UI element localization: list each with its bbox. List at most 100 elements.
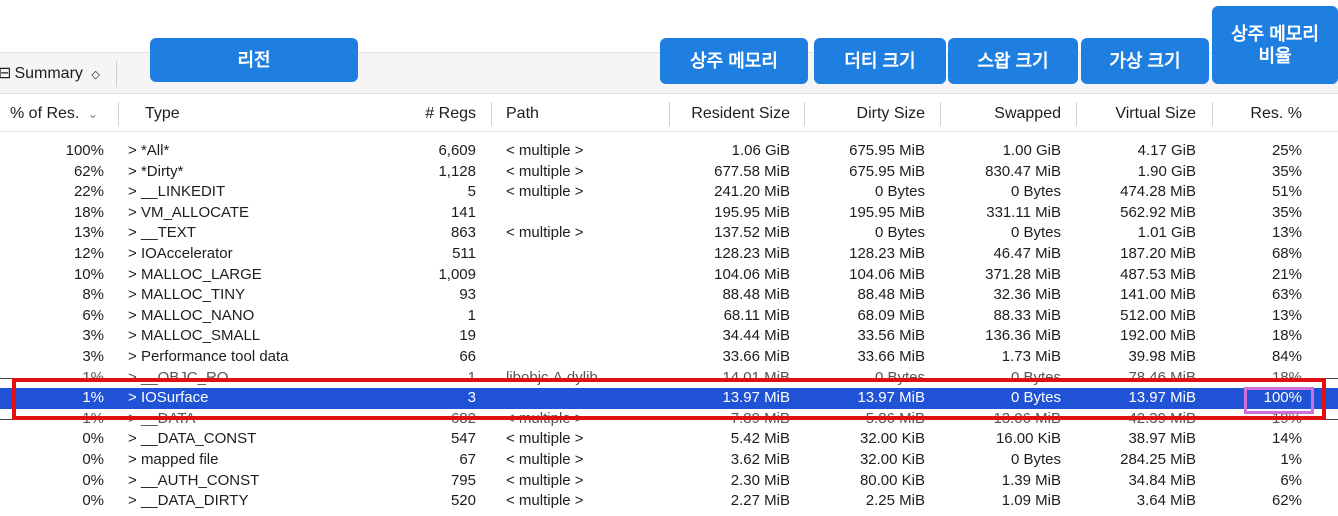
disclosure-chevron-icon[interactable]: >: [128, 286, 141, 303]
row-virtual-cell: 34.84 MiB: [1128, 471, 1196, 489]
column-type[interactable]: Type: [145, 96, 180, 132]
table-row[interactable]: 3% > MALLOC_SMALL 19 34.44 MiB 33.56 MiB 136.…: [0, 326, 1338, 347]
disclosure-chevron-icon[interactable]: >: [128, 204, 141, 221]
table-row[interactable]: 6% > MALLOC_NANO 1 68.11 MiB 68.09 MiB 88.33 …: [0, 306, 1338, 327]
table-row[interactable]: 1% > __DATA 682 < multiple > 7.89 MiB 5.86 Mi…: [0, 409, 1338, 430]
row-virtual-cell: 4.17 GiB: [1137, 142, 1196, 159]
row-swapped-cell: 136.36 MiB: [985, 327, 1061, 345]
table-row[interactable]: 12% > IOAccelerator 511 128.23 MiB 128.23 Mi…: [0, 244, 1338, 265]
chevron-updown-icon: ◇: [91, 69, 100, 81]
disclosure-chevron-icon[interactable]: >: [128, 266, 141, 283]
table-row[interactable]: 100% > *All* 6,609 < multiple > 1.06 GiB 675.…: [0, 141, 1338, 162]
row-pct-cell: 0%: [82, 492, 104, 510]
table-row[interactable]: 22% > __LINKEDIT 5 < multiple > 241.20 MiB 0 …: [0, 182, 1338, 203]
row-res-pct-cell: 84%: [1271, 348, 1302, 365]
disclosure-chevron-icon[interactable]: >: [128, 327, 141, 344]
table-row[interactable]: 0% > mapped file 67 < multiple > 3.62 MiB 32.…: [0, 450, 1338, 471]
summary-selector[interactable]: ⊟ Summary ◇: [0, 61, 117, 87]
row-virtual-cell: 42.39 MiB: [1128, 409, 1196, 427]
disclosure-chevron-icon[interactable]: >: [128, 348, 141, 365]
column-regs[interactable]: # Regs: [380, 96, 476, 132]
row-dirty-cell: 675.95 MiB: [849, 162, 925, 180]
table-row[interactable]: 10% > MALLOC_LARGE 1,009 104.06 MiB 104.06 M…: [0, 265, 1338, 286]
disclosure-chevron-icon[interactable]: >: [128, 430, 141, 447]
row-type-cell: > mapped file: [128, 450, 368, 471]
row-pct-cell: 1%: [82, 389, 104, 407]
row-swapped-cell: 0 Bytes: [1010, 451, 1061, 468]
column-res-pct[interactable]: Res. %: [1213, 96, 1302, 132]
table-row[interactable]: 13% > __TEXT 863 < multiple > 137.52 MiB 0 By…: [0, 223, 1338, 244]
row-virtual-cell: 192.00 MiB: [1120, 327, 1196, 345]
row-dirty-cell: 33.66 MiB: [857, 348, 925, 365]
disclosure-chevron-icon[interactable]: >: [128, 369, 141, 386]
column-virtual-size[interactable]: Virtual Size: [1077, 96, 1196, 132]
table-row[interactable]: 0% > __AUTH_CONST 795 < multiple > 2.30 MiB 8…: [0, 471, 1338, 492]
row-type-label: IOAccelerator: [140, 245, 233, 262]
row-type-label: IOSurface: [140, 389, 209, 407]
disclosure-chevron-icon[interactable]: >: [128, 410, 141, 427]
row-resident-cell: 1.06 GiB: [731, 142, 790, 159]
table-row[interactable]: 1% > __OBJC_RO 1 libobjc.A.dylib 14.01 MiB 0 …: [0, 368, 1338, 389]
row-type-label: MALLOC_TINY: [140, 286, 246, 304]
row-regs-cell: 520: [450, 492, 476, 510]
column-path[interactable]: Path: [506, 96, 539, 132]
row-res-pct-cell: 100%: [1263, 389, 1302, 407]
disclosure-chevron-icon[interactable]: >: [128, 451, 141, 468]
row-res-pct-cell: 6%: [1280, 471, 1302, 489]
disclosure-chevron-icon[interactable]: >: [128, 163, 141, 180]
row-res-pct-cell: 1%: [1280, 451, 1302, 468]
row-regs-cell: 795: [450, 471, 476, 489]
disclosure-chevron-icon[interactable]: >: [128, 224, 141, 241]
table-row[interactable]: 62% > *Dirty* 1,128 < multiple > 677.58 MiB 6…: [0, 162, 1338, 183]
row-pct-cell: 3%: [82, 327, 104, 345]
table-row[interactable]: 8% > MALLOC_TINY 93 88.48 MiB 88.48 MiB 32.36…: [0, 285, 1338, 306]
row-regs-cell: 93: [459, 286, 476, 304]
row-regs-cell: 19: [459, 327, 476, 345]
row-type-label: MALLOC_SMALL: [140, 327, 261, 345]
row-dirty-cell: 195.95 MiB: [849, 203, 925, 221]
column-dirty-size[interactable]: Dirty Size: [805, 96, 925, 132]
column-resident-size[interactable]: Resident Size: [670, 96, 790, 132]
row-res-pct-cell: 35%: [1271, 162, 1302, 180]
table-row[interactable]: 1% > IOSurface 3 13.97 MiB 13.97 MiB 0 Bytes 1…: [0, 388, 1338, 409]
table-row[interactable]: 3% > Performance tool data 66 33.66 MiB 33.6…: [0, 347, 1338, 368]
row-res-pct-cell: 14%: [1271, 430, 1302, 448]
row-type-cell: > __DATA: [128, 409, 368, 430]
row-type-label: __DATA_DIRTY: [140, 492, 249, 510]
row-resident-cell: 2.30 MiB: [730, 471, 790, 489]
row-resident-cell: 5.42 MiB: [730, 430, 790, 448]
row-resident-cell: 88.48 MiB: [722, 286, 790, 304]
row-resident-cell: 68.11 MiB: [723, 306, 790, 324]
callout-region: 리전: [150, 38, 358, 82]
row-type-cell: > IOSurface: [128, 388, 368, 409]
row-virtual-cell: 1.01 GiB: [1137, 224, 1196, 242]
row-virtual-cell: 562.92 MiB: [1120, 203, 1196, 221]
row-regs-cell: 511: [452, 245, 476, 262]
row-swapped-cell: 1.09 MiB: [1001, 492, 1061, 510]
disclosure-chevron-icon[interactable]: >: [128, 307, 141, 324]
row-type-label: Performance tool data: [140, 348, 289, 365]
table-row[interactable]: 18% > VM_ALLOCATE 141 195.95 MiB 195.95 MiB 3…: [0, 203, 1338, 224]
row-pct-cell: 100%: [65, 142, 104, 159]
table-row[interactable]: 0% > __DATA_CONST 547 < multiple > 5.42 MiB 3…: [0, 429, 1338, 450]
row-type-cell: > __LINKEDIT: [128, 182, 368, 203]
disclosure-chevron-icon[interactable]: >: [128, 472, 141, 489]
row-type-label: VM_ALLOCATE: [140, 203, 250, 221]
summary-label: Summary: [14, 65, 83, 82]
row-swapped-cell: 46.47 MiB: [993, 245, 1061, 262]
disclosure-chevron-icon[interactable]: >: [128, 389, 141, 406]
table-row[interactable]: 0% > __DATA_DIRTY 520 < multiple > 2.27 MiB 2…: [0, 491, 1338, 512]
row-resident-cell: 7.89 MiB: [730, 409, 790, 427]
disclosure-chevron-icon[interactable]: >: [128, 142, 141, 159]
row-res-pct-cell: 13%: [1271, 224, 1302, 242]
disclosure-chevron-icon[interactable]: >: [128, 492, 141, 509]
row-swapped-cell: 0 Bytes: [1010, 183, 1061, 201]
column-pct-of-res[interactable]: % of Res. ⌄: [10, 96, 110, 132]
disclosure-chevron-icon[interactable]: >: [128, 245, 141, 262]
disclosure-chevron-icon[interactable]: >: [128, 183, 141, 200]
column-swapped[interactable]: Swapped: [941, 96, 1061, 132]
row-regs-cell: 863: [450, 224, 476, 242]
row-type-label: __LINKEDIT: [140, 183, 226, 201]
row-res-pct-cell: 21%: [1271, 265, 1302, 283]
row-path-cell: < multiple >: [506, 183, 584, 201]
